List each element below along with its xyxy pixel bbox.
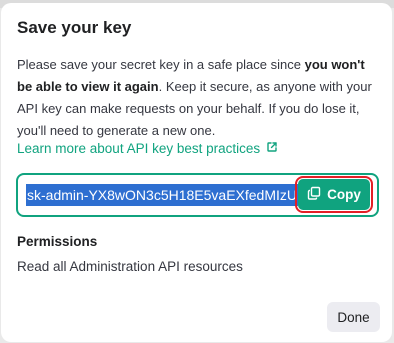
dialog-description: Please save your secret key in a safe pl… bbox=[17, 54, 382, 142]
secret-key-field: sk-admin-YX8wON3c5H18E5vaEXfedMIzU Copy bbox=[16, 173, 379, 217]
save-key-dialog: Save your key Please save your secret ke… bbox=[1, 3, 392, 342]
permissions-text: Read all Administration API resources bbox=[17, 259, 243, 274]
dialog-title: Save your key bbox=[17, 18, 132, 37]
description-text-1: Please save your secret key in a safe pl… bbox=[17, 57, 305, 72]
learn-more-label: Learn more about API key best practices bbox=[17, 141, 261, 156]
external-link-icon bbox=[266, 141, 278, 156]
permissions-heading: Permissions bbox=[17, 234, 98, 249]
learn-more-link[interactable]: Learn more about API key best practices bbox=[17, 141, 278, 156]
secret-key-input[interactable]: sk-admin-YX8wON3c5H18E5vaEXfedMIzU bbox=[26, 184, 302, 206]
done-button[interactable]: Done bbox=[327, 302, 380, 332]
copy-button-label: Copy bbox=[327, 187, 361, 202]
secret-key-value: sk-admin-YX8wON3c5H18E5vaEXfedMIzU bbox=[26, 184, 298, 206]
copy-button[interactable]: Copy bbox=[295, 176, 373, 213]
copy-icon bbox=[307, 186, 321, 203]
